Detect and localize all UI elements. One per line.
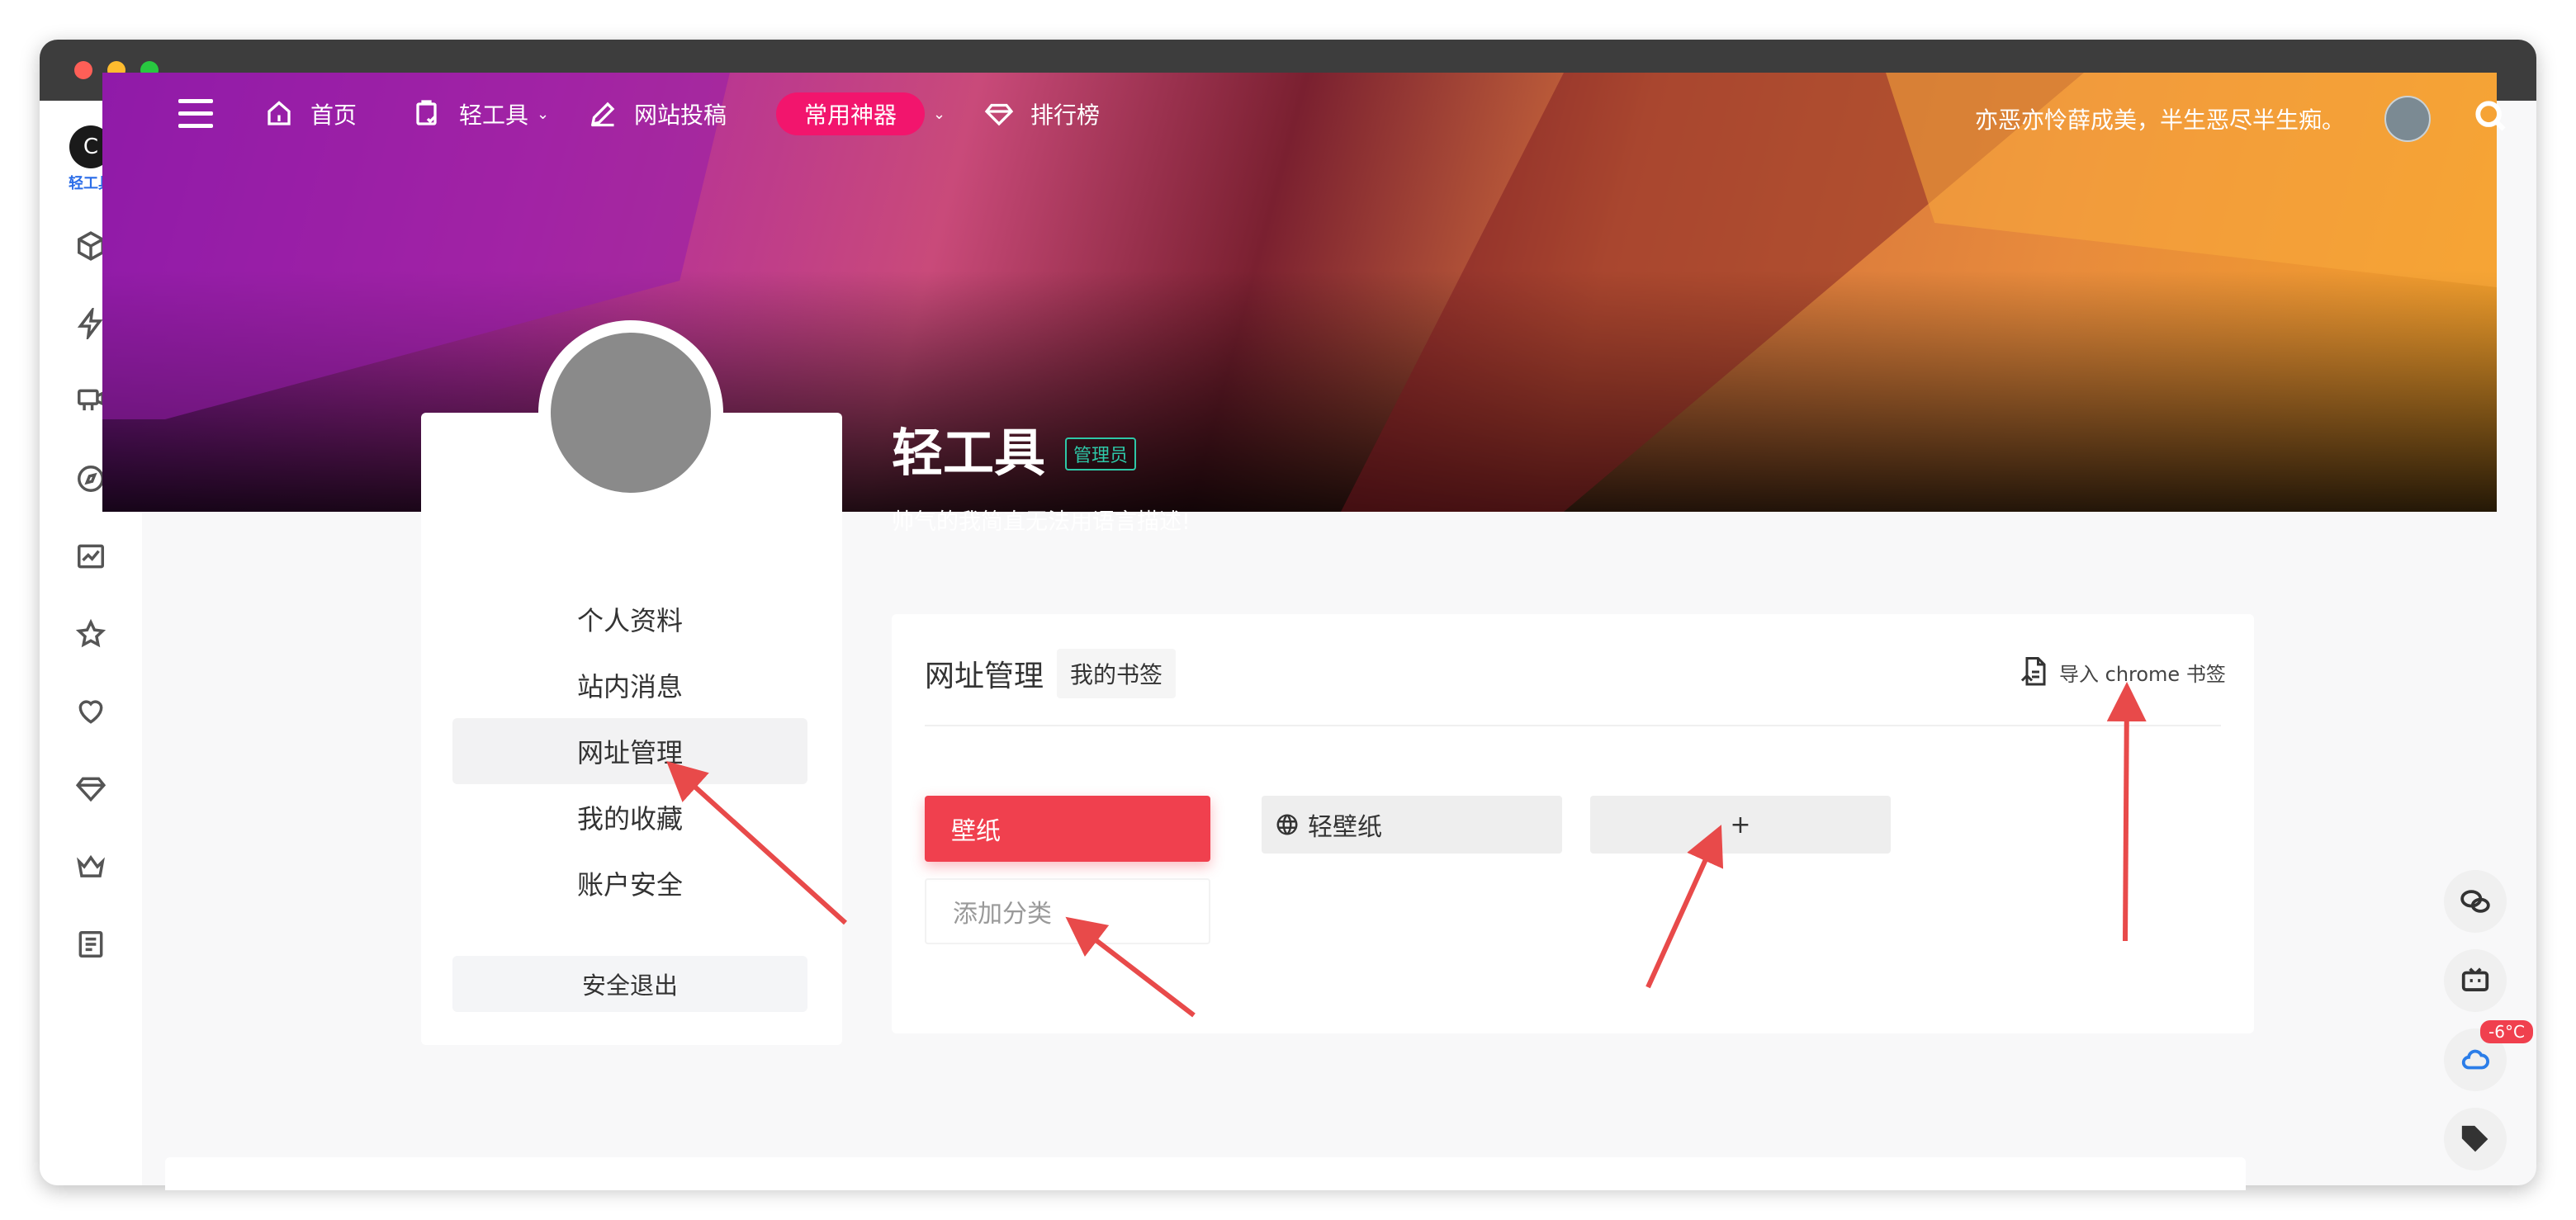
category-wallpaper[interactable]: 壁纸 [925, 796, 1210, 862]
tv-icon [2461, 967, 2489, 991]
sidebar-chart-icon[interactable] [73, 538, 109, 575]
logo-glyph: C [83, 135, 99, 159]
home-icon [268, 101, 291, 125]
profile-bio: 帅气的我简直无法用语言描述! [892, 509, 1191, 535]
add-site-button[interactable]: + [1590, 796, 1891, 854]
diamond-icon [75, 777, 107, 802]
wechat-button[interactable] [2444, 870, 2507, 933]
top-nav: 首页 轻工具 ⌄ 网站投稿 常用神器 ⌄ 排行榜 亦恶亦怜薛成美，半生恶尽半生痴… [102, 73, 2506, 155]
hamburger-menu-icon[interactable] [178, 99, 213, 129]
wechat-icon [2460, 890, 2490, 913]
site-card[interactable]: 轻壁纸 [1262, 796, 1562, 854]
chart-icon [78, 544, 104, 569]
menu-item-security[interactable]: 账户安全 [452, 850, 807, 916]
sidebar-diamond-icon[interactable] [73, 771, 109, 807]
close-window-button[interactable] [74, 61, 92, 79]
user-avatar[interactable] [2384, 96, 2431, 142]
menu-item-favorites[interactable]: 我的收藏 [452, 784, 807, 850]
content-title: 网址管理 [925, 660, 1044, 693]
menu-item-profile[interactable]: 个人资料 [452, 586, 807, 652]
globe-icon [1276, 814, 1298, 835]
crown-icon [77, 854, 105, 877]
sidebar-document-icon[interactable] [73, 926, 109, 962]
nav-home-label: 首页 [310, 102, 358, 129]
tags-button[interactable] [2444, 1108, 2507, 1170]
import-chrome-bookmarks-button[interactable]: 导入 chrome 书签 [2020, 647, 2226, 697]
search-icon [2475, 101, 2506, 131]
tab-my-bookmarks[interactable]: 我的书签 [1057, 649, 1177, 698]
chevron-down-icon: ⌄ [537, 105, 550, 123]
footer-card [165, 1157, 2246, 1190]
admin-badge: 管理员 [1065, 437, 1137, 471]
sidebar-heart-icon[interactable] [73, 693, 109, 730]
menu-item-url-management[interactable]: 网址管理 [452, 718, 807, 784]
featured-pill: 常用神器 [776, 92, 926, 135]
weather-temperature-badge: -6°C [2480, 1020, 2533, 1043]
nav-featured[interactable]: 常用神器 ⌄ [776, 92, 946, 135]
file-import-icon [2020, 657, 2046, 686]
profile-name: 轻工具 [892, 423, 1046, 483]
tags-icon [2461, 1125, 2488, 1152]
avatar-image [551, 333, 711, 493]
profile-avatar[interactable] [538, 320, 723, 505]
chevron-down-icon: ⌄ [933, 105, 946, 123]
divider [925, 725, 2221, 726]
heart-icon [78, 700, 103, 724]
add-category-button[interactable]: 添加分类 [925, 878, 1210, 944]
site-motto: 亦恶亦怜薛成美，半生恶尽半生痴。 [1975, 106, 2346, 134]
nav-ranking[interactable]: 排行榜 [984, 94, 1100, 134]
logout-button[interactable]: 安全退出 [452, 956, 807, 1012]
nav-submit[interactable]: 网站投稿 [588, 94, 727, 134]
search-button[interactable] [2472, 97, 2510, 135]
nav-tools[interactable]: 轻工具 ⌄ [413, 94, 549, 134]
pencil-icon [590, 102, 615, 127]
site-name: 轻壁纸 [1308, 813, 1382, 842]
diamond-icon [984, 103, 1014, 126]
star-icon [75, 618, 107, 648]
nav-home[interactable]: 首页 [264, 94, 357, 134]
nav-tools-label: 轻工具 [459, 102, 529, 129]
nav-ranking-label: 排行榜 [1030, 102, 1101, 129]
document-icon [78, 931, 103, 958]
bilibili-button[interactable] [2444, 949, 2507, 1012]
sidebar-crown-icon[interactable] [73, 849, 109, 885]
menu-item-messages[interactable]: 站内消息 [452, 652, 807, 718]
toolbox-icon [416, 100, 437, 125]
nav-submit-label: 网站投稿 [634, 102, 727, 129]
sidebar-star-icon[interactable] [73, 616, 109, 652]
cloud-icon [2461, 1049, 2489, 1070]
import-label: 导入 chrome 书签 [2059, 662, 2226, 686]
